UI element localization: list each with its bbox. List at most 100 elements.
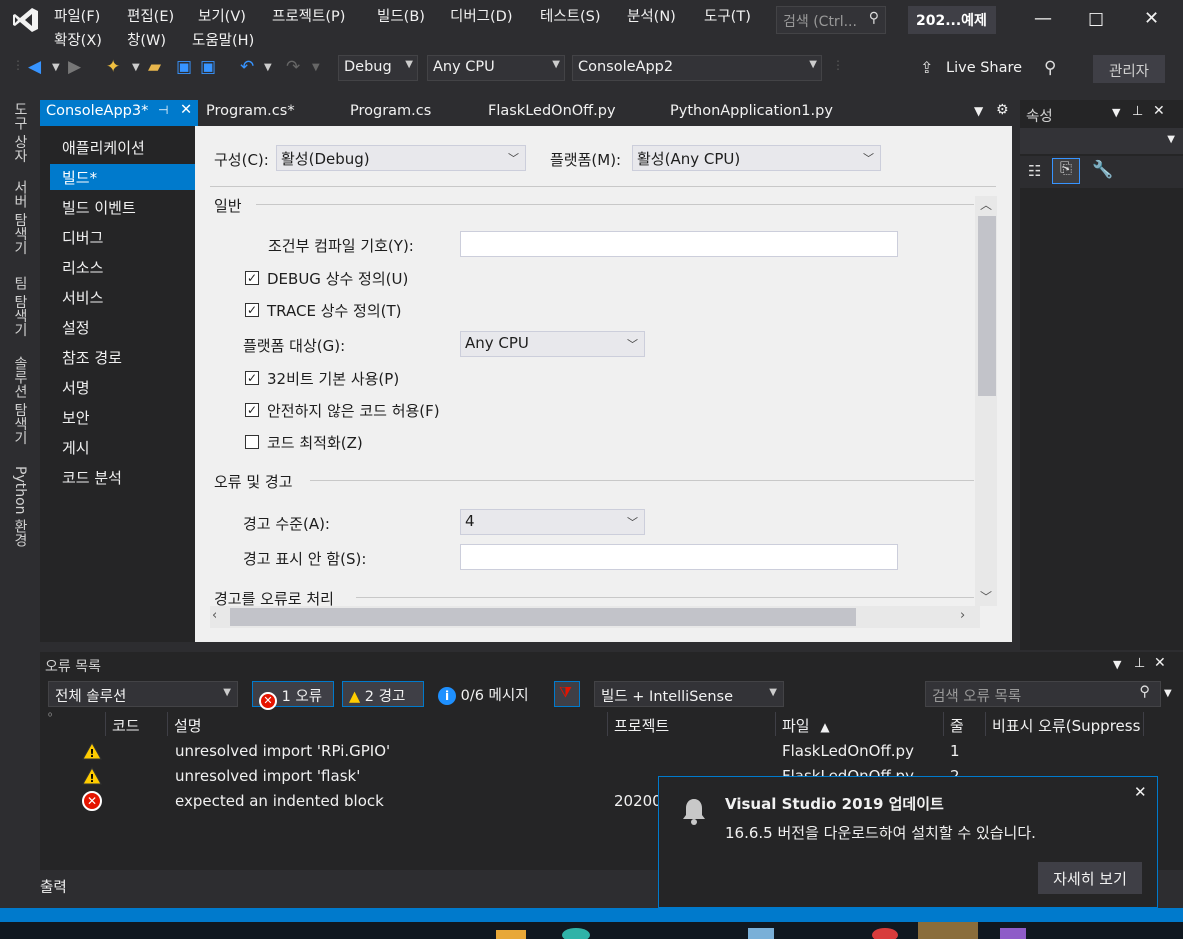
optimize-checkbox[interactable] (245, 435, 259, 449)
nav-application[interactable]: 애플리케이션 (50, 134, 195, 160)
menu-project[interactable]: 프로젝트(P) (272, 5, 345, 26)
property-pages-icon[interactable]: ⎘ (1052, 158, 1080, 184)
startup-project-select[interactable]: ConsoleApp2 ▼ (572, 55, 822, 81)
close-tab-icon[interactable]: ✕ (180, 102, 192, 118)
filter-build-icon[interactable]: ⧩ (554, 681, 580, 707)
nav-reference-paths[interactable]: 참조 경로 (50, 344, 195, 370)
menu-build[interactable]: 빌드(B) (377, 5, 425, 26)
horizontal-scroll-thumb[interactable] (230, 608, 856, 626)
solution-configuration-select[interactable]: Debug ▼ (338, 55, 418, 81)
menu-file[interactable]: 파일(F) (54, 5, 100, 26)
tab-python-environments[interactable]: Python 환경 (10, 466, 30, 547)
search-options-dropdown-icon[interactable]: ▼ (1164, 688, 1172, 699)
column-sort-icon[interactable]: ⁰ (44, 712, 106, 736)
tab-server-explorer[interactable]: 서버 탐색기 (10, 180, 30, 254)
nav-code-analysis[interactable]: 코드 분석 (50, 464, 195, 490)
suppress-warnings-input[interactable] (460, 544, 898, 570)
nav-security[interactable]: 보안 (50, 404, 195, 430)
nav-settings[interactable]: 설정 (50, 314, 195, 340)
redo-icon[interactable]: ↷ (286, 57, 300, 77)
tab-team-explorer[interactable]: 팀 탐색기 (10, 276, 30, 336)
unsafe-checkbox[interactable]: ✓ (245, 403, 259, 417)
config-select[interactable]: 활성(Debug) ﹀ (276, 145, 526, 171)
toolbar-grip-icon[interactable]: ⋮ (12, 58, 24, 72)
live-share-icon[interactable]: ⇪ (920, 58, 933, 77)
platform-select[interactable]: 활성(Any CPU) ﹀ (632, 145, 881, 171)
scroll-down-icon[interactable]: ﹀ (980, 588, 992, 605)
pin-icon[interactable]: ⊥ (1132, 104, 1143, 119)
tab-program-cs[interactable]: Program.cs (344, 100, 437, 126)
nav-debug[interactable]: 디버그 (50, 224, 195, 250)
visual-studio-taskbar-icon[interactable] (1000, 928, 1026, 939)
menu-tools[interactable]: 도구(T) (704, 5, 751, 26)
close-toast-icon[interactable]: ✕ (1134, 783, 1147, 801)
menu-debug[interactable]: 디버그(D) (450, 5, 513, 26)
gear-icon[interactable]: ⚙ (996, 102, 1009, 118)
redo-dropdown-icon[interactable]: ▼ (312, 62, 320, 73)
open-folder-icon[interactable]: ▰ (148, 57, 161, 77)
save-icon[interactable]: ▣ (176, 57, 192, 77)
source-select[interactable]: 빌드 + IntelliSense ▼ (594, 681, 784, 707)
scroll-right-icon[interactable]: › (960, 608, 965, 623)
maximize-icon[interactable]: ☐ (1088, 10, 1104, 31)
scroll-up-icon[interactable]: ︿ (980, 196, 992, 213)
undo-icon[interactable]: ↶ (240, 57, 254, 77)
minimize-icon[interactable]: — (1034, 8, 1052, 29)
menu-analyze[interactable]: 분석(N) (627, 5, 676, 26)
nav-build-events[interactable]: 빌드 이벤트 (50, 194, 195, 220)
new-item-icon[interactable]: ✦ (106, 57, 120, 77)
vertical-scroll-thumb[interactable] (978, 216, 996, 396)
menu-window[interactable]: 창(W) (127, 29, 166, 50)
column-file[interactable]: 파일 ▲ (776, 712, 944, 736)
toolbar-overflow-icon[interactable]: ⋮ (832, 58, 844, 72)
tab-list-dropdown-icon[interactable]: ▼ (974, 104, 983, 118)
object-select[interactable]: ▼ (1020, 128, 1183, 154)
menu-view[interactable]: 보기(V) (198, 5, 246, 26)
prefer32-checkbox[interactable]: ✓ (245, 371, 259, 385)
new-item-dropdown-icon[interactable]: ▼ (132, 62, 140, 73)
live-share-button[interactable]: Live Share (946, 60, 1022, 76)
menu-edit[interactable]: 편집(E) (127, 5, 174, 26)
row-line[interactable]: 1 (950, 742, 960, 760)
nav-signing[interactable]: 서명 (50, 374, 195, 400)
save-all-icon[interactable]: ▣ (200, 57, 216, 77)
search-input[interactable]: 검색 (Ctrl... ⚲ (776, 6, 886, 34)
row-file[interactable]: FlaskLedOnOff.py (782, 742, 914, 760)
debug-const-checkbox[interactable]: ✓ (245, 271, 259, 285)
tab-solution-explorer[interactable]: 솔루션 탐색기 (10, 356, 30, 444)
menu-extensions[interactable]: 확장(X) (54, 29, 102, 50)
row-description[interactable]: expected an indented block (175, 792, 384, 810)
tab-pythonapplication1-py[interactable]: PythonApplication1.py (664, 100, 839, 126)
categorized-icon[interactable]: ☷ (1028, 162, 1041, 180)
tab-flaskledonoff-py[interactable]: FlaskLedOnOff.py (482, 100, 622, 126)
cond-symbols-input[interactable] (460, 231, 898, 257)
wrench-icon[interactable]: 🔧 (1092, 160, 1113, 180)
tab-output[interactable]: 출력 (40, 876, 67, 897)
details-button[interactable]: 자세히 보기 (1038, 862, 1142, 894)
edge-icon[interactable] (562, 928, 590, 939)
close-window-icon[interactable]: ✕ (1144, 8, 1159, 29)
close-panel-icon[interactable]: ✕ (1154, 655, 1166, 671)
nav-resources[interactable]: 리소스 (50, 254, 195, 280)
panel-menu-icon[interactable]: ▼ (1112, 106, 1120, 119)
undo-dropdown-icon[interactable]: ▼ (264, 62, 272, 73)
column-suppression[interactable]: 비표시 오류(Suppress (986, 712, 1144, 736)
app-icon[interactable] (748, 928, 774, 939)
feedback-icon[interactable]: ⚲ (1044, 58, 1056, 78)
visual-studio-logo-icon[interactable] (12, 6, 40, 34)
warnings-filter-button[interactable]: ▲ 2 경고 (342, 681, 424, 707)
chrome-icon[interactable] (872, 928, 898, 939)
file-explorer-icon[interactable] (496, 930, 526, 939)
solution-platform-select[interactable]: Any CPU ▼ (427, 55, 565, 81)
tab-consoleapp3[interactable]: ConsoleApp3* ⊣ ✕ (40, 100, 198, 126)
tab-program-cs-modified[interactable]: Program.cs* (200, 100, 301, 126)
pin-icon[interactable]: ⊣ (158, 103, 168, 117)
column-line[interactable]: 줄 (944, 712, 986, 736)
nav-build[interactable]: 빌드* (50, 164, 203, 190)
admin-badge[interactable]: 관리자 (1093, 55, 1165, 83)
row-description[interactable]: unresolved import 'flask' (175, 767, 360, 785)
column-description[interactable]: 설명 (168, 712, 608, 736)
messages-filter-button[interactable]: i 0/6 메시지 (436, 681, 531, 707)
column-project[interactable]: 프로젝트 (608, 712, 776, 736)
menu-test[interactable]: 테스트(S) (540, 5, 601, 26)
